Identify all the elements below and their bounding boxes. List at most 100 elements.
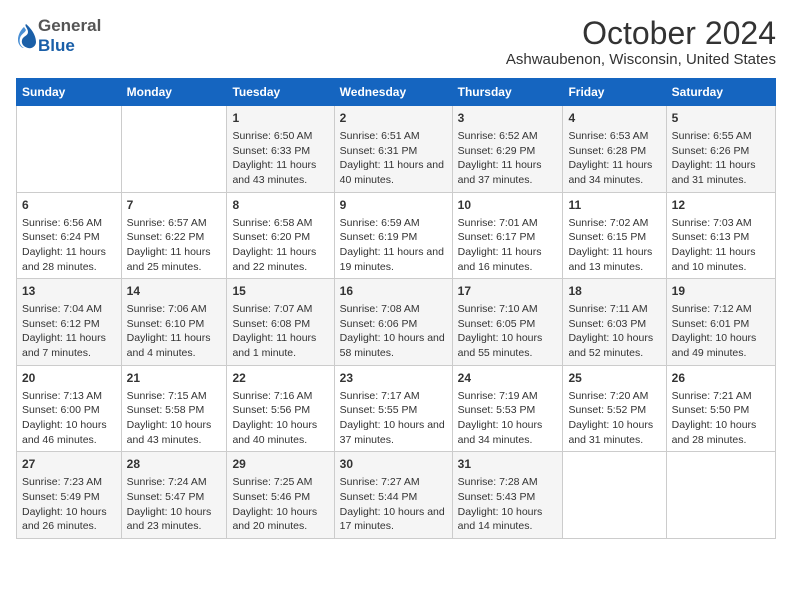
daylight-text: Daylight: 11 hours and 1 minute. [232, 331, 328, 360]
sunrise-text: Sunrise: 7:13 AM [22, 389, 116, 404]
sunset-text: Sunset: 5:46 PM [232, 490, 328, 505]
day-number: 21 [127, 370, 222, 387]
daylight-text: Daylight: 10 hours and 37 minutes. [340, 418, 447, 447]
day-number: 26 [672, 370, 770, 387]
sunset-text: Sunset: 5:47 PM [127, 490, 222, 505]
day-header-monday: Monday [121, 79, 227, 106]
calendar-cell: 13Sunrise: 7:04 AMSunset: 6:12 PMDayligh… [17, 279, 122, 366]
sunrise-text: Sunrise: 7:28 AM [458, 475, 558, 490]
sunset-text: Sunset: 6:29 PM [458, 144, 558, 159]
day-header-tuesday: Tuesday [227, 79, 334, 106]
page-title: October 2024 [506, 16, 776, 51]
sunrise-text: Sunrise: 6:50 AM [232, 129, 328, 144]
calendar-cell: 5 Sunrise: 6:55 AMSunset: 6:26 PMDaylight… [666, 106, 775, 193]
day-number: 24 [458, 370, 558, 387]
sunrise-text: Sunrise: 7:11 AM [568, 302, 660, 317]
sunset-text: Sunset: 6:17 PM [458, 230, 558, 245]
calendar-cell [121, 106, 227, 193]
day-number: 30 [340, 456, 447, 473]
sunset-text: Sunset: 6:03 PM [568, 317, 660, 332]
day-number: 25 [568, 370, 660, 387]
calendar-cell [563, 452, 666, 539]
sunrise-text: Sunrise: 6:53 AM [568, 129, 660, 144]
sunset-text: Sunset: 5:52 PM [568, 403, 660, 418]
day-number: 10 [458, 197, 558, 214]
sunset-text: Sunset: 6:28 PM [568, 144, 660, 159]
daylight-text: Daylight: 11 hours and 13 minutes. [568, 245, 660, 274]
calendar-week-1: 1Sunrise: 6:50 AMSunset: 6:33 PMDaylight… [17, 106, 776, 193]
calendar-cell: 2Sunrise: 6:51 AMSunset: 6:31 PMDaylight… [334, 106, 452, 193]
calendar-cell [666, 452, 775, 539]
calendar-cell: 1Sunrise: 6:50 AMSunset: 6:33 PMDaylight… [227, 106, 334, 193]
sunset-text: Sunset: 5:53 PM [458, 403, 558, 418]
sunset-text: Sunset: 6:10 PM [127, 317, 222, 332]
calendar-cell: 14Sunrise: 7:06 AMSunset: 6:10 PMDayligh… [121, 279, 227, 366]
calendar-cell: 31Sunrise: 7:28 AMSunset: 5:43 PMDayligh… [452, 452, 563, 539]
sunrise-text: Sunrise: 7:02 AM [568, 216, 660, 231]
sunset-text: Sunset: 6:13 PM [672, 230, 770, 245]
sunrise-text: Sunrise: 6:58 AM [232, 216, 328, 231]
daylight-text: Daylight: 11 hours and 19 minutes. [340, 245, 447, 274]
calendar-cell: 27Sunrise: 7:23 AMSunset: 5:49 PMDayligh… [17, 452, 122, 539]
daylight-text: Daylight: 11 hours and 4 minutes. [127, 331, 222, 360]
calendar-cell: 24Sunrise: 7:19 AMSunset: 5:53 PMDayligh… [452, 365, 563, 452]
day-number: 4 [568, 110, 660, 127]
sunset-text: Sunset: 5:56 PM [232, 403, 328, 418]
sunset-text: Sunset: 5:43 PM [458, 490, 558, 505]
day-number: 16 [340, 283, 447, 300]
day-number: 14 [127, 283, 222, 300]
sunrise-text: Sunrise: 7:24 AM [127, 475, 222, 490]
daylight-text: Daylight: 10 hours and 26 minutes. [22, 505, 116, 534]
sunset-text: Sunset: 6:01 PM [672, 317, 770, 332]
calendar-cell: 16Sunrise: 7:08 AMSunset: 6:06 PMDayligh… [334, 279, 452, 366]
sunset-text: Sunset: 6:33 PM [232, 144, 328, 159]
sunset-text: Sunset: 6:26 PM [672, 144, 770, 159]
calendar-cell: 22Sunrise: 7:16 AMSunset: 5:56 PMDayligh… [227, 365, 334, 452]
day-header-saturday: Saturday [666, 79, 775, 106]
daylight-text: Daylight: 11 hours and 31 minutes. [672, 158, 770, 187]
daylight-text: Daylight: 11 hours and 40 minutes. [340, 158, 447, 187]
daylight-text: Daylight: 10 hours and 58 minutes. [340, 331, 447, 360]
sunset-text: Sunset: 5:55 PM [340, 403, 447, 418]
daylight-text: Daylight: 11 hours and 34 minutes. [568, 158, 660, 187]
sunrise-text: Sunrise: 6:55 AM [672, 129, 770, 144]
daylight-text: Daylight: 10 hours and 20 minutes. [232, 505, 328, 534]
sunrise-text: Sunrise: 7:10 AM [458, 302, 558, 317]
sunset-text: Sunset: 6:19 PM [340, 230, 447, 245]
day-number: 15 [232, 283, 328, 300]
sunrise-text: Sunrise: 6:51 AM [340, 129, 447, 144]
day-header-sunday: Sunday [17, 79, 122, 106]
sunrise-text: Sunrise: 7:03 AM [672, 216, 770, 231]
logo: General Blue [16, 16, 101, 56]
calendar-cell: 18Sunrise: 7:11 AMSunset: 6:03 PMDayligh… [563, 279, 666, 366]
sunset-text: Sunset: 5:44 PM [340, 490, 447, 505]
calendar-cell: 21Sunrise: 7:15 AMSunset: 5:58 PMDayligh… [121, 365, 227, 452]
daylight-text: Daylight: 11 hours and 22 minutes. [232, 245, 328, 274]
daylight-text: Daylight: 10 hours and 31 minutes. [568, 418, 660, 447]
day-header-friday: Friday [563, 79, 666, 106]
daylight-text: Daylight: 10 hours and 23 minutes. [127, 505, 222, 534]
calendar-cell: 23Sunrise: 7:17 AMSunset: 5:55 PMDayligh… [334, 365, 452, 452]
day-number: 20 [22, 370, 116, 387]
sunset-text: Sunset: 6:20 PM [232, 230, 328, 245]
sunrise-text: Sunrise: 7:25 AM [232, 475, 328, 490]
sunrise-text: Sunrise: 7:20 AM [568, 389, 660, 404]
sunset-text: Sunset: 6:08 PM [232, 317, 328, 332]
daylight-text: Daylight: 10 hours and 14 minutes. [458, 505, 558, 534]
day-number: 29 [232, 456, 328, 473]
sunset-text: Sunset: 6:15 PM [568, 230, 660, 245]
calendar-cell: 11 Sunrise: 7:02 AMSunset: 6:15 PMDayligh… [563, 192, 666, 279]
sunset-text: Sunset: 5:50 PM [672, 403, 770, 418]
calendar-cell: 19Sunrise: 7:12 AMSunset: 6:01 PMDayligh… [666, 279, 775, 366]
logo-blue: Blue [38, 36, 101, 56]
day-number: 11 [568, 197, 660, 214]
sunrise-text: Sunrise: 7:07 AM [232, 302, 328, 317]
day-number: 5 [672, 110, 770, 127]
calendar-cell: 25 Sunrise: 7:20 AMSunset: 5:52 PMDayligh… [563, 365, 666, 452]
day-number: 23 [340, 370, 447, 387]
calendar-cell: 17Sunrise: 7:10 AMSunset: 6:05 PMDayligh… [452, 279, 563, 366]
calendar-cell: 15 Sunrise: 7:07 AMSunset: 6:08 PMDayligh… [227, 279, 334, 366]
daylight-text: Daylight: 10 hours and 17 minutes. [340, 505, 447, 534]
calendar-cell: 7Sunrise: 6:57 AMSunset: 6:22 PMDaylight… [121, 192, 227, 279]
sunset-text: Sunset: 6:12 PM [22, 317, 116, 332]
